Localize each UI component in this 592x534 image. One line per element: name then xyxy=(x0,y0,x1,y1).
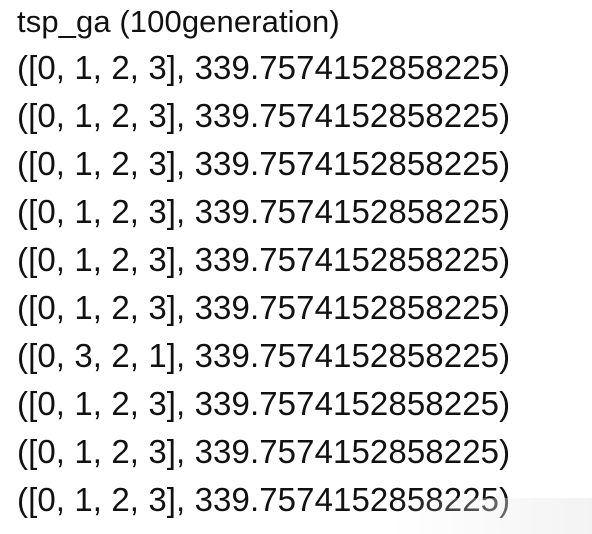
output-line: ([0, 1, 2, 3], 339.7574152858225) xyxy=(17,193,511,230)
output-line: ([0, 1, 2, 3], 339.7574152858225) xyxy=(17,289,511,326)
corner-shadow xyxy=(392,498,592,534)
output-line: ([0, 3, 2, 1], 339.7574152858225) xyxy=(17,337,511,374)
output-line: ([0, 1, 2, 3], 339.7574152858225) xyxy=(17,49,511,86)
output-line: ([0, 1, 2, 3], 339.7574152858225) xyxy=(17,433,511,470)
output-title: tsp_ga (100generation) xyxy=(17,4,340,39)
output-line: ([0, 1, 2, 3], 339.7574152858225) xyxy=(17,145,511,182)
console-output: tsp_ga (100generation) ([0, 1, 2, 3], 33… xyxy=(17,2,587,524)
output-line: ([0, 1, 2, 3], 339.7574152858225) xyxy=(17,385,511,422)
output-line: ([0, 1, 2, 3], 339.7574152858225) xyxy=(17,241,511,278)
output-line: ([0, 1, 2, 3], 339.7574152858225) xyxy=(17,97,511,134)
